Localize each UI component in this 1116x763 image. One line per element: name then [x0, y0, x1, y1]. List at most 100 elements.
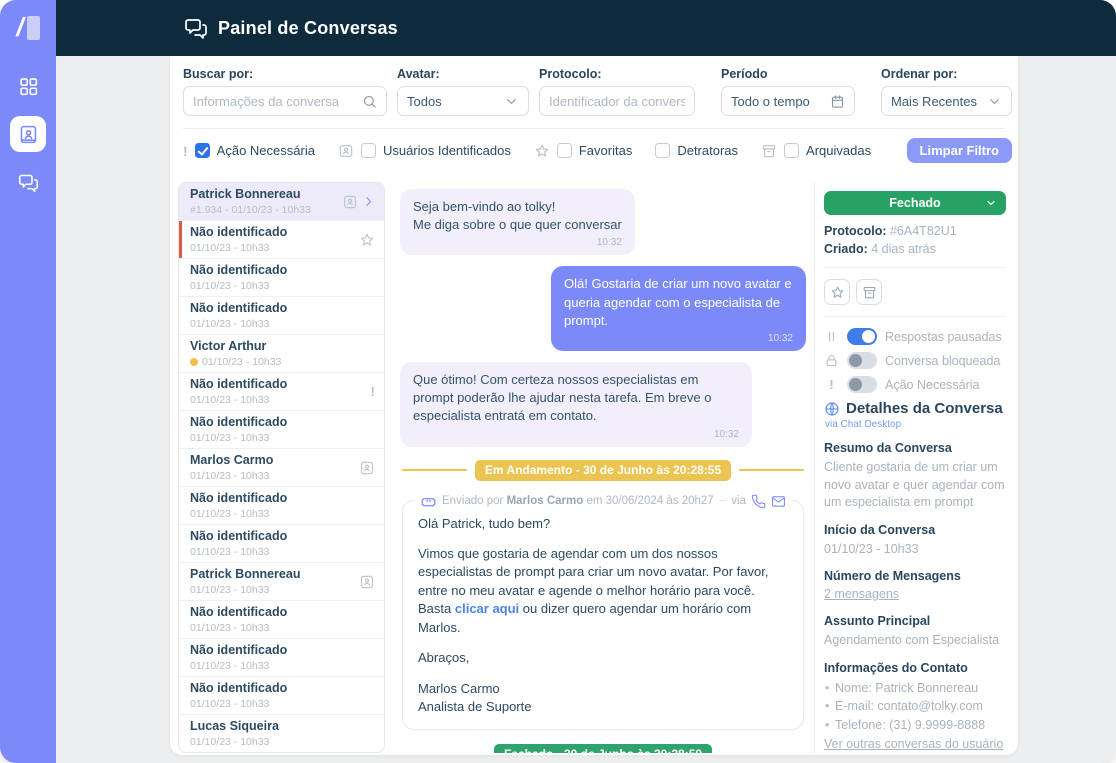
other-conversations-link[interactable]: Ver outras conversas do usuário [824, 737, 1003, 751]
checkbox-checked[interactable] [195, 143, 210, 158]
conversation-name: Marlos Carmo [190, 453, 273, 469]
filter-check-detratoras[interactable]: Detratoras [655, 143, 738, 158]
phone-icon [751, 494, 766, 509]
calendar-icon [830, 94, 845, 109]
conversation-list-item[interactable]: Marlos Carmo01/10/23 - 10h33 [179, 449, 384, 487]
content-area: Buscar por: Avatar: Todos [56, 56, 1116, 763]
conversation-icons [342, 194, 375, 210]
clicar-aqui-link[interactable]: clicar aqui [455, 601, 519, 616]
sort-select[interactable]: Mais Recentes [881, 86, 1012, 116]
contact-info-list: Nome: Patrick Bonnereau E-mail: contato@… [824, 679, 1006, 735]
conversation-list-item[interactable]: Não identificado01/10/23 - 10h33 [179, 601, 384, 639]
chevron-down-icon [985, 197, 997, 209]
archive-icon [761, 143, 777, 159]
conversation-icons: ! [371, 384, 375, 399]
protocol-label: Protocolo: [539, 67, 695, 81]
contact-book-icon [18, 124, 39, 145]
status-dropdown-button[interactable]: Fechado [824, 191, 1006, 215]
email-sender-name: Marlos Carmo [507, 495, 584, 507]
period-select[interactable]: Todo o tempo [721, 86, 855, 116]
conversation-name: Patrick Bonnereau [190, 187, 311, 203]
checkbox-label: Usuários Identificados [383, 143, 511, 158]
exclamation-icon: ! [824, 377, 839, 392]
contact-card-icon [342, 194, 358, 210]
conversation-list-item[interactable]: Não identificado01/10/23 - 10h33! [179, 373, 384, 411]
avatar-select[interactable]: Todos [397, 86, 529, 116]
conversation-list-item[interactable]: Não identificado01/10/23 - 10h33 [179, 639, 384, 677]
conversation-info: Lucas Siqueira01/10/23 - 10h33 [190, 719, 279, 749]
conversation-list-item[interactable]: Patrick Bonnereau#1.934 - 01/10/23 - 10h… [179, 183, 384, 221]
conversation-meta: 01/10/23 - 10h33 [190, 432, 287, 444]
clear-filter-button[interactable]: Limpar Filtro [907, 138, 1012, 163]
conversation-list-item[interactable]: Victor Arthur01/10/23 - 10h33 [179, 335, 384, 373]
checkbox[interactable] [361, 143, 376, 158]
conversation-icons [359, 232, 375, 248]
checkbox-label: Ação Necessária [217, 143, 315, 158]
lock-icon [824, 353, 839, 368]
search-input[interactable] [193, 94, 362, 109]
message-text: Seja bem-vindo ao tolky! [413, 198, 622, 216]
sidebar: / [0, 0, 56, 763]
conversation-name: Victor Arthur [190, 339, 281, 355]
bot-message-bubble: Que ótimo! Com certeza nossos especialis… [400, 362, 752, 447]
user-message-bubble: Olá! Gostaria de criar um novo avatar e … [551, 266, 806, 351]
filter-avatar: Avatar: Todos [397, 67, 529, 116]
conversation-list-item[interactable]: Não identificado01/10/23 - 10h33 [179, 221, 384, 259]
checkbox[interactable] [784, 143, 799, 158]
message-time: 10:32 [413, 428, 739, 442]
conversation-meta: 01/10/23 - 10h33 [190, 394, 287, 406]
conversation-name: Não identificado [190, 415, 287, 431]
filter-check-favoritas[interactable]: Favoritas [557, 143, 632, 158]
filter-bar: Buscar por: Avatar: Todos [170, 56, 1018, 128]
conversation-list-item[interactable]: Lucas Siqueira01/10/23 - 10h33 [179, 715, 384, 752]
conversation-list-item[interactable]: Não identificado01/10/23 - 10h33 [179, 297, 384, 335]
created-row: Criado: 4 dias atrás [824, 242, 1006, 256]
conversation-name: Não identificado [190, 529, 287, 545]
checkbox[interactable] [655, 143, 670, 158]
archive-button[interactable] [856, 279, 882, 305]
conversation-list-item[interactable]: Patrick Bonnereau01/10/23 - 10h33 [179, 563, 384, 601]
conversation-list-item[interactable]: Não identificado01/10/23 - 10h33 [179, 487, 384, 525]
conversation-meta: 01/10/23 - 10h33 [190, 736, 279, 748]
sidebar-item-contacts[interactable] [10, 116, 46, 152]
star-icon [359, 232, 375, 248]
conversation-meta: #1.934 - 01/10/23 - 10h33 [190, 204, 311, 216]
conversation-list-item[interactable]: Não identificado01/10/23 - 10h33 [179, 411, 384, 449]
created-value: 4 dias atrás [871, 242, 936, 256]
filter-period: Período Todo o tempo [721, 67, 855, 116]
toggle-conversa-bloqueada[interactable] [847, 352, 877, 369]
search-label: Buscar por: [183, 67, 387, 81]
conversation-list-item[interactable]: Não identificado01/10/23 - 10h33 [179, 677, 384, 715]
filter-check-acao-necessaria[interactable]: Ação Necessária [195, 143, 315, 158]
conversation-list-item[interactable]: Não identificado01/10/23 - 10h33 [179, 259, 384, 297]
exclamation-icon: ! [371, 384, 375, 399]
conversation-icons [359, 574, 375, 590]
status-badge: Em Andamento - 30 de Junho às 20:28:55 [475, 460, 731, 481]
toggle-acao-necessaria[interactable] [847, 376, 877, 393]
toggle-respostas-pausadas[interactable] [847, 328, 877, 345]
conversation-name: Não identificado [190, 301, 287, 317]
conversation-list: Patrick Bonnereau#1.934 - 01/10/23 - 10h… [178, 182, 385, 753]
archive-icon [862, 285, 877, 300]
sidebar-item-conversations[interactable] [10, 164, 46, 200]
email-card-header: Enviado por Marlos Carmo em 30/06/2024 à… [415, 493, 791, 510]
messages-count-link[interactable]: 2 mensagens [824, 587, 899, 601]
favorite-button[interactable] [824, 279, 850, 305]
sidebar-item-dashboard[interactable] [10, 68, 46, 104]
conversation-meta: 01/10/23 - 10h33 [190, 698, 287, 710]
email-sent-info: Enviado por Marlos Carmo em 30/06/2024 à… [442, 495, 714, 507]
protocol-input[interactable] [549, 94, 685, 109]
globe-icon [824, 401, 840, 417]
conversations-panel-icon [184, 16, 208, 40]
conversation-list-item[interactable]: Não identificado01/10/23 - 10h33 [179, 525, 384, 563]
envelope-icon [771, 494, 786, 509]
conversation-meta: 01/10/23 - 10h33 [190, 242, 287, 254]
conversation-details-panel: Fechado Protocolo: #6A4T82U1 Criado: 4 d… [815, 182, 1018, 753]
avatar-label: Avatar: [397, 67, 529, 81]
filter-check-arquivadas[interactable]: Arquivadas [784, 143, 871, 158]
filter-check-usuarios-identificados[interactable]: Usuários Identificados [361, 143, 511, 158]
checkbox[interactable] [557, 143, 572, 158]
bot-message-bubble: Seja bem-vindo ao tolky! Me diga sobre o… [400, 189, 635, 255]
divider [824, 316, 1006, 317]
app-window: / Painel de Conversas Buscar por: [0, 0, 1116, 763]
